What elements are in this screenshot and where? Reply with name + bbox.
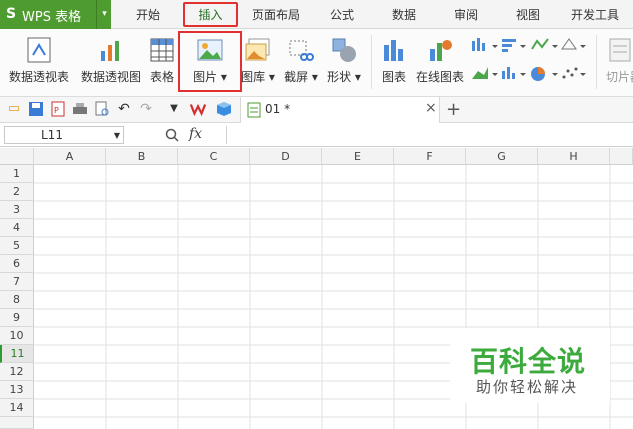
cube-icon[interactable] [216,101,232,117]
row-header[interactable]: 8 [0,291,34,309]
slicer-icon [609,38,631,62]
online-chart-button[interactable]: 在线图表 [412,31,468,91]
export-pdf-icon[interactable]: P [50,101,66,117]
row-header[interactable]: 5 [0,237,34,255]
watermark: 百科全说 助你轻松解决 [450,328,610,403]
row-header[interactable]: 13 [0,381,34,399]
chart-types-gallery-icon[interactable] [472,37,590,85]
column-header[interactable]: G [466,148,538,165]
row-header[interactable]: 3 [0,201,34,219]
row-header[interactable]: 12 [0,363,34,381]
pivot-chart-button[interactable]: 数据透视图 [78,31,144,91]
column-header[interactable] [610,148,633,165]
undo-icon[interactable]: ↶ [116,101,132,117]
name-box-dropdown-icon[interactable]: ▼ [114,127,120,144]
online-chart-label: 在线图表 [415,70,464,84]
insert-tab-highlight [183,2,238,27]
pivot-chart-label: 数据透视图 [80,70,141,84]
row-header[interactable]: 9 [0,309,34,327]
scissors-icon [289,40,314,61]
tab-home[interactable]: 开始 [120,0,176,29]
online-chart-icon [430,40,452,61]
column-header[interactable]: C [178,148,250,165]
chart-button[interactable]: 图表 [378,31,410,91]
pivot-table-label: 数据透视表 [8,70,69,84]
print-preview-icon[interactable] [94,101,110,117]
new-tab-icon[interactable]: + [446,99,461,120]
formula-input[interactable] [226,126,630,144]
zoom-search-icon[interactable] [165,128,179,142]
shapes-label: 形状 ▾ [327,70,361,84]
watermark-title: 百科全说 [470,345,587,378]
app-logo-button[interactable]: S WPS 表格 ▾ [0,0,111,29]
document-tab[interactable]: 01 * × [240,97,440,123]
select-all-corner[interactable] [0,148,34,165]
table-icon [150,38,174,62]
menu-bar: S WPS 表格 ▾ 开始 插入 页面布局 公式 数据 审阅 视图 开发工具 [0,0,633,29]
wps-logo-icon: S [6,6,17,22]
row-header[interactable]: 14 [0,399,34,417]
chart-icon [384,40,403,61]
row-header[interactable]: 10 [0,327,34,345]
pivot-chart-icon [101,41,119,61]
chart-label: 图表 [381,70,406,84]
row-header[interactable]: 1 [0,165,34,183]
customize-toolbar-icon[interactable]: ▼ [166,101,182,117]
slicer-button[interactable]: 切片器 [600,31,633,91]
close-tab-icon[interactable]: × [425,100,437,116]
pivot-table-button[interactable]: 数据透视表 [6,31,72,91]
open-folder-icon[interactable]: ▭ [6,101,22,117]
pivot-table-icon [27,37,51,63]
app-menu-dropdown-icon[interactable]: ▾ [96,0,112,29]
picture-button-highlight [178,31,242,92]
shapes-button[interactable]: 形状 ▾ [324,31,364,91]
column-header[interactable]: H [538,148,610,165]
screenshot-button[interactable]: 截屏 ▾ [282,31,320,91]
print-icon[interactable] [72,101,88,117]
ribbon-separator [596,35,597,89]
redo-icon[interactable]: ↷ [138,101,154,117]
document-tab-title: 01 * [265,102,291,116]
column-header[interactable]: A [34,148,106,165]
row-header[interactable]: 4 [0,219,34,237]
gallery-icon [245,38,270,61]
row-header-active[interactable]: 11 [0,345,34,363]
fx-icon[interactable]: fx [189,126,202,142]
svg-text:P: P [54,106,59,115]
column-header[interactable]: F [394,148,466,165]
watermark-subtitle: 助你轻松解决 [476,378,579,396]
row-header[interactable]: 7 [0,273,34,291]
ribbon: 数据透视表 数据透视图 表格 图片 ▾ 图库 ▾ 截屏 ▾ 形状 ▾ 图表 在线… [0,29,633,97]
tab-data[interactable]: 数据 [378,0,430,29]
table-label: 表格 [149,70,174,84]
tab-page-layout[interactable]: 页面布局 [245,0,307,29]
row-header[interactable]: 2 [0,183,34,201]
row-header[interactable]: 6 [0,255,34,273]
app-title: WPS 表格 [22,10,82,25]
column-header[interactable]: E [322,148,394,165]
gallery-button[interactable]: 图库 ▾ [238,31,278,91]
tab-developer[interactable]: 开发工具 [562,0,628,29]
ribbon-separator [371,35,372,89]
cell-reference: L11 [41,128,63,142]
column-header[interactable]: D [250,148,322,165]
wps-w-icon[interactable] [190,101,206,117]
column-header[interactable]: B [106,148,178,165]
name-box[interactable]: L11 ▼ [4,126,124,144]
tab-view[interactable]: 视图 [502,0,554,29]
tab-review[interactable]: 审阅 [440,0,492,29]
formula-bar: L11 ▼ fx [0,123,633,147]
slicer-label: 切片器 [606,70,633,84]
gallery-label: 图库 ▾ [241,70,275,84]
screenshot-label: 截屏 ▾ [284,70,318,84]
save-icon[interactable] [28,101,44,117]
spreadsheet-file-icon [247,102,261,118]
row-header[interactable] [0,417,34,429]
table-button[interactable]: 表格 [146,31,178,91]
quick-access-bar: ▭ P ↶ ↷ ▼ 01 * × + [0,97,633,123]
tab-formula[interactable]: 公式 [316,0,368,29]
shapes-icon [332,38,356,62]
